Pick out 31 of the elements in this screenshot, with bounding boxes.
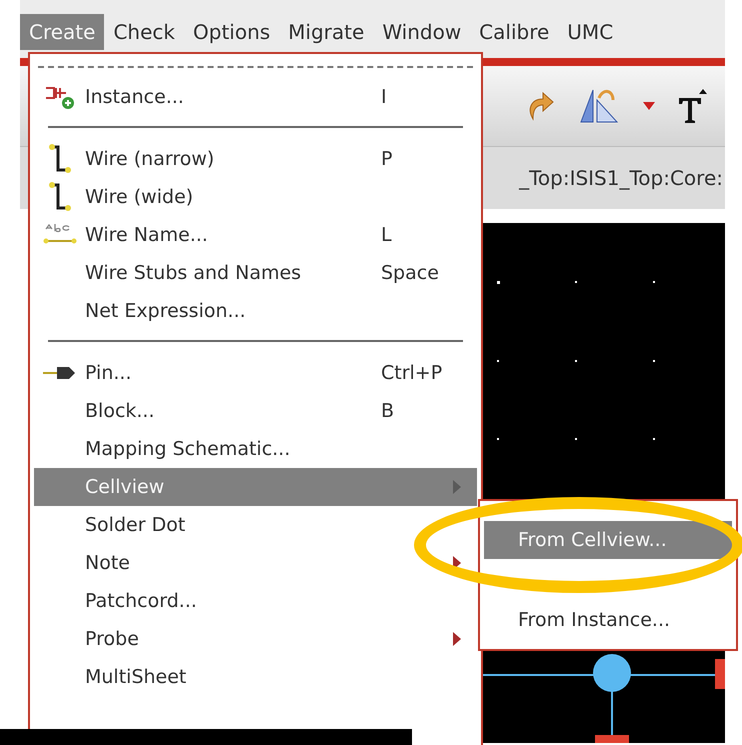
wire-icon	[48, 144, 72, 174]
menu-item[interactable]: MultiSheet	[34, 658, 477, 689]
menu-title[interactable]: Calibre	[470, 14, 558, 50]
dropdown-caret-icon[interactable]	[643, 102, 655, 110]
pin-icon	[42, 365, 76, 381]
menu-item[interactable]: Pin... Ctrl+P	[34, 354, 477, 392]
menu-item[interactable]: Probe	[34, 620, 477, 658]
menu-item[interactable]: Mapping Schematic...	[34, 430, 477, 468]
submenu-item[interactable]: From Instance...	[484, 601, 732, 639]
instance-icon	[44, 84, 76, 110]
menu-title[interactable]: Window	[373, 14, 470, 50]
menu-item[interactable]: Cellview	[34, 468, 477, 506]
menu-item[interactable]: Note	[34, 544, 477, 582]
menu-item[interactable]: Instance... I	[34, 78, 477, 116]
text-icon[interactable]	[677, 88, 707, 124]
cell-path: _Top:ISIS1_Top:Core:	[519, 166, 724, 190]
menu-item[interactable]: Wire (narrow) P	[34, 140, 477, 178]
menu-item[interactable]: Net Expression...	[34, 292, 477, 330]
menu-item[interactable]: Solder Dot	[34, 506, 477, 544]
wire-icon	[48, 182, 72, 212]
menu-title[interactable]: Options	[184, 14, 280, 50]
menu-title[interactable]: Check	[104, 14, 184, 50]
menu-title[interactable]: Migrate	[279, 14, 374, 50]
menu-item[interactable]: Wire (wide)	[34, 178, 477, 216]
menu-item[interactable]: Wire Name... L	[34, 216, 477, 254]
submenu-item[interactable]: From Cellview...	[484, 521, 732, 559]
menu-title[interactable]: Create	[20, 14, 104, 50]
menu-item[interactable]: Wire Stubs and Names Space	[34, 254, 477, 292]
menu-item[interactable]: Block... B	[34, 392, 477, 430]
menu-item[interactable]: Patchcord...	[34, 582, 477, 620]
menu-title[interactable]: UMC	[558, 14, 622, 50]
